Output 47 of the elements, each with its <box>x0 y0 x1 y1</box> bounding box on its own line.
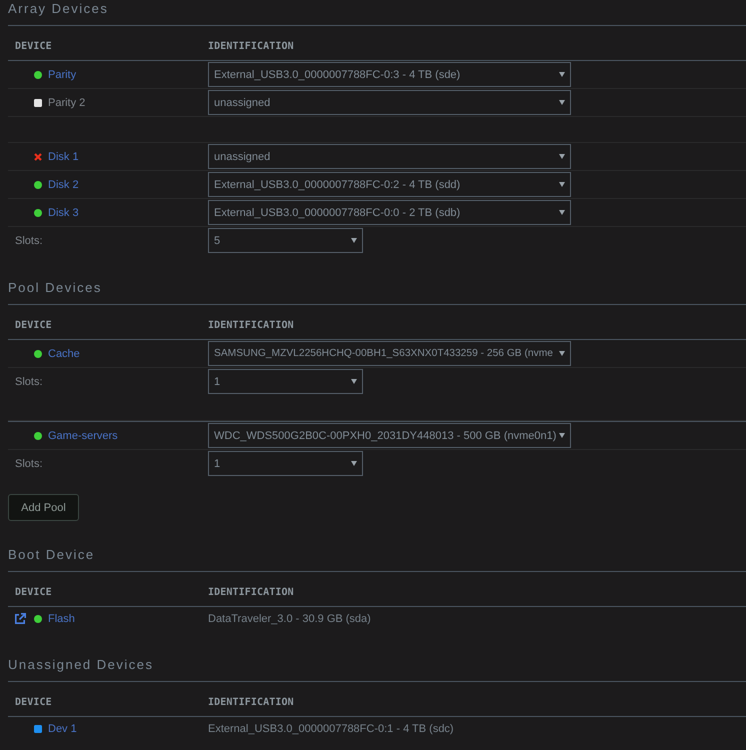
caret-icon <box>351 461 357 466</box>
caret-icon <box>559 182 565 187</box>
caret-icon <box>351 379 357 384</box>
column-header: DEVICE <box>15 319 52 333</box>
device-link[interactable]: Game-servers <box>48 428 118 442</box>
device-select[interactable]: unassigned <box>208 144 571 169</box>
caret-icon <box>559 72 565 77</box>
external-link-icon[interactable] <box>14 613 26 625</box>
device-select[interactable]: External_USB3.0_0000007788FC-0:3 - 4 TB (sde) <box>208 62 571 87</box>
caret-icon <box>559 210 565 215</box>
device-link[interactable]: Disk 2 <box>48 178 79 192</box>
device-link[interactable]: Parity <box>48 68 76 82</box>
identification-text: DataTraveler_3.0 - 30.9 GB (sda) <box>208 612 371 626</box>
device-link[interactable]: Disk 1 <box>48 150 79 164</box>
device-link[interactable]: Disk 3 <box>48 206 79 220</box>
slots-select[interactable]: 1 <box>208 369 363 394</box>
device-select[interactable]: External_USB3.0_0000007788FC-0:2 - 4 TB (sdd) <box>208 172 571 197</box>
slots-label: Slots: <box>15 234 43 246</box>
section-title: Pool Devices <box>8 280 102 296</box>
device-select[interactable]: WDC_WDS500G2B0C-00PXH0_2031DY448013 - 500 GB (nvme0n1) <box>208 423 571 448</box>
caret-icon <box>559 351 565 356</box>
device-select[interactable]: SAMSUNG_MZVL2256HCHQ-00BH1_S63XNX0T433259 - 256 GB (nvme <box>208 341 571 366</box>
caret-icon <box>559 154 565 159</box>
slots-label: Slots: <box>15 458 43 470</box>
device-label: Parity 2 <box>48 96 86 110</box>
caret-icon <box>559 433 565 438</box>
section-title: Boot Device <box>8 547 95 563</box>
device-link[interactable]: Cache <box>48 346 80 360</box>
slots-select[interactable]: 1 <box>208 451 363 476</box>
column-header: IDENTIFICATION <box>208 40 294 54</box>
column-header: IDENTIFICATION <box>208 586 294 600</box>
device-link[interactable]: Flash <box>48 612 75 626</box>
column-header: DEVICE <box>15 696 52 710</box>
add-pool-button[interactable]: Add Pool <box>8 494 79 521</box>
column-header: IDENTIFICATION <box>208 696 294 710</box>
slots-label: Slots: <box>15 376 43 388</box>
column-header: DEVICE <box>15 40 52 54</box>
identification-text: External_USB3.0_0000007788FC-0:1 - 4 TB (sdc) <box>208 722 454 736</box>
section-title: Unassigned Devices <box>8 657 154 673</box>
caret-icon <box>559 100 565 105</box>
slots-select[interactable]: 5 <box>208 228 363 253</box>
column-header: DEVICE <box>15 586 52 600</box>
column-header: IDENTIFICATION <box>208 319 294 333</box>
device-link[interactable]: Dev 1 <box>48 722 77 736</box>
caret-icon <box>351 238 357 243</box>
device-select[interactable]: External_USB3.0_0000007788FC-0:0 - 2 TB (sdb) <box>208 200 571 225</box>
section-title: Array Devices <box>8 1 108 17</box>
